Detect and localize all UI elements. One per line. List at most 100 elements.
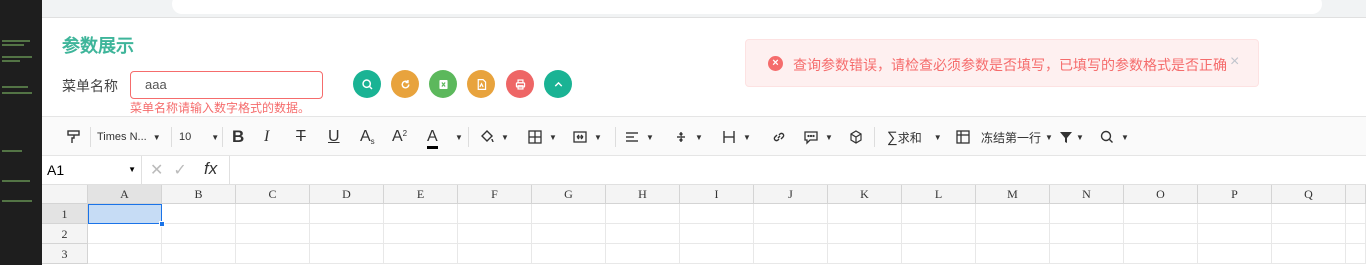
sheet-cell[interactable] [902,244,976,264]
sheet-cell[interactable] [310,204,384,224]
sheet-cell[interactable] [902,204,976,224]
underline-button[interactable]: U [328,127,340,147]
column-header[interactable]: D [310,185,384,204]
alert-close-icon[interactable]: × [1230,53,1239,71]
sheet-cell[interactable] [162,224,236,244]
cell-reference-box[interactable]: A1 ▼ [42,156,142,185]
sheet-cell[interactable] [606,224,680,244]
sheet-cell[interactable] [532,204,606,224]
sheet-cell[interactable] [532,224,606,244]
column-header[interactable]: K [828,185,902,204]
sheet-cell[interactable] [680,224,754,244]
align-button[interactable]: ▼ [624,127,654,147]
sheet-cell[interactable] [754,244,828,264]
sheet-cell[interactable] [828,204,902,224]
font-color-dropdown[interactable]: ▼ [449,127,463,147]
text-wrap-button[interactable]: ▼ [721,127,751,147]
column-header[interactable]: C [236,185,310,204]
sheet-cell[interactable] [1198,204,1272,224]
column-header[interactable]: I [680,185,754,204]
column-header[interactable]: O [1124,185,1198,204]
menu-name-input[interactable]: aaa [130,71,323,99]
strikethrough-button[interactable]: T [296,127,306,147]
search-button[interactable] [353,70,381,98]
sum-button[interactable]: ∑ 求和 ▼ [887,127,942,147]
sheet-cell[interactable] [1124,224,1198,244]
sheet-cell[interactable] [458,204,532,224]
insert-link-button[interactable] [771,127,787,147]
address-bar[interactable] [172,0,1322,14]
sheet-cell[interactable] [1346,224,1366,244]
filter-button[interactable]: ▼ [1058,127,1084,147]
sheet-cell[interactable] [1198,224,1272,244]
sheet-cell[interactable] [680,204,754,224]
export-excel-button[interactable] [429,70,457,98]
cancel-icon[interactable]: ✕ [150,160,163,180]
confirm-icon[interactable]: ✓ [173,160,186,180]
column-header[interactable]: J [754,185,828,204]
sheet-cell[interactable] [976,244,1050,264]
bold-button[interactable]: B [232,127,244,147]
font-family-select[interactable]: Times N... ▼ [97,127,161,147]
sheet-cell[interactable] [532,244,606,264]
sheet-cell[interactable] [1050,224,1124,244]
column-header[interactable]: G [532,185,606,204]
selected-cell[interactable] [88,204,165,227]
sheet-cell[interactable] [1346,204,1366,224]
sheet-cell[interactable] [1272,204,1346,224]
insert-comment-button[interactable]: ▼ [803,127,833,147]
sheet-cell[interactable] [976,224,1050,244]
column-header[interactable]: M [976,185,1050,204]
sheet-cell[interactable] [754,204,828,224]
subscript-button[interactable]: As [360,127,375,147]
sheet-cell[interactable] [754,224,828,244]
sheet-cell[interactable] [236,244,310,264]
column-header[interactable]: A [88,185,162,204]
row-header[interactable]: 1 [42,204,88,224]
sheet-cell[interactable] [458,224,532,244]
sheet-cell[interactable] [606,244,680,264]
sheet-cell[interactable] [88,244,162,264]
sheet-cell[interactable] [1050,244,1124,264]
sheet-cell[interactable] [88,224,162,244]
column-header[interactable]: B [162,185,236,204]
font-color-button[interactable]: A [427,127,438,149]
format-painter-button[interactable] [66,127,82,147]
italic-button[interactable]: I [264,127,269,147]
fill-handle[interactable] [159,221,165,227]
sheet-cell[interactable] [1346,244,1366,264]
sheet-cell[interactable] [606,204,680,224]
sheet-cell[interactable] [310,244,384,264]
sheet-cell[interactable] [902,224,976,244]
sheet-cell[interactable] [1272,244,1346,264]
sheet-cell[interactable] [384,224,458,244]
sheet-grid[interactable]: ABCDEFGHIJKLMNOPQ 123 [42,185,1366,265]
sheet-cell[interactable] [1124,244,1198,264]
row-header[interactable]: 3 [42,244,88,264]
column-header[interactable]: F [458,185,532,204]
column-header[interactable]: Q [1272,185,1346,204]
search-button-toolbar[interactable]: ▼ [1099,127,1129,147]
column-header[interactable]: N [1050,185,1124,204]
column-header[interactable]: L [902,185,976,204]
sheet-cell[interactable] [1198,244,1272,264]
fx-icon[interactable]: fx [204,159,217,179]
sheet-cell[interactable] [1124,204,1198,224]
superscript-button[interactable]: A2 [392,127,407,147]
insert-shape-button[interactable] [848,127,864,147]
sheet-cell[interactable] [680,244,754,264]
freeze-button[interactable]: 冻结第一行 ▼ [955,127,1053,147]
sheet-cell[interactable] [1272,224,1346,244]
export-pdf-button[interactable] [467,70,495,98]
sheet-cell[interactable] [828,224,902,244]
collapse-button[interactable] [544,70,572,98]
sheet-cell[interactable] [976,204,1050,224]
borders-button[interactable]: ▼ [527,127,557,147]
print-button[interactable] [506,70,534,98]
reset-button[interactable] [391,70,419,98]
sheet-cell[interactable] [458,244,532,264]
column-header[interactable]: E [384,185,458,204]
sheet-cell[interactable] [828,244,902,264]
sheet-cell[interactable] [1050,204,1124,224]
sheet-cell[interactable] [236,204,310,224]
